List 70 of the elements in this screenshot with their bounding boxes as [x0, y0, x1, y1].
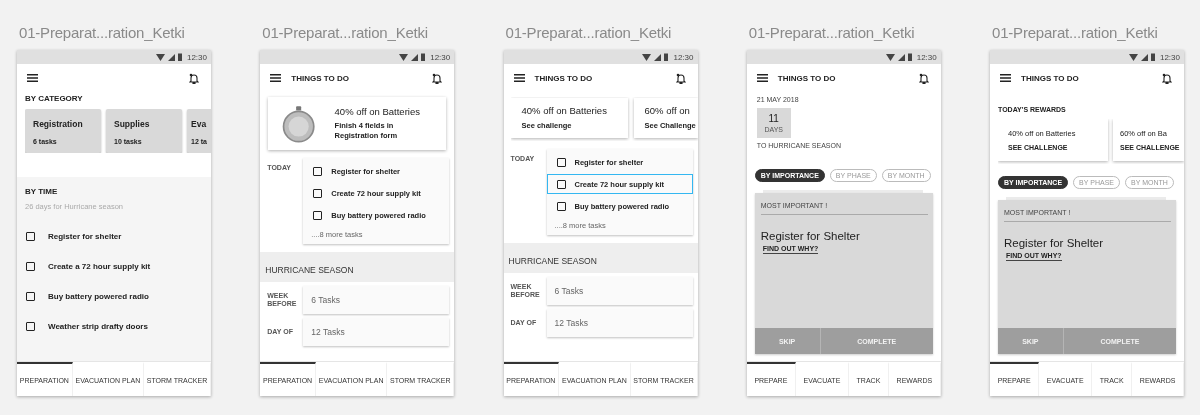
wifi-icon — [1128, 53, 1138, 61]
signal-icon — [897, 53, 905, 61]
category-name: Supplies — [114, 119, 151, 129]
wifi-icon — [642, 53, 652, 61]
checkbox[interactable] — [26, 291, 35, 301]
checkbox[interactable] — [26, 261, 35, 271]
notification-bell-icon[interactable] — [1162, 72, 1172, 84]
battery-icon — [664, 53, 669, 61]
task-title: Register for Shelter — [1004, 237, 1104, 249]
checkbox[interactable] — [26, 231, 35, 241]
signal-icon — [411, 53, 419, 61]
menu-icon[interactable] — [513, 74, 525, 82]
battery-icon — [907, 53, 912, 61]
signal-icon — [654, 53, 662, 61]
task-label: Create a 72 hour supply kit — [48, 261, 151, 271]
task-count-card[interactable]: 6 Tasks — [303, 286, 450, 314]
task-title: Register for Shelter — [760, 230, 860, 242]
status-time: 12:30 — [1159, 52, 1180, 62]
artboard-label: 01-Preparat...ration_Ketki — [19, 24, 185, 43]
menu-icon[interactable] — [27, 74, 38, 82]
section-heading: HURRICANE SEASON — [503, 243, 698, 273]
task-count-card[interactable]: 12 Tasks — [546, 309, 693, 337]
battery-icon — [1150, 53, 1155, 61]
status-time: 12:30 — [430, 52, 451, 62]
checkbox[interactable] — [556, 157, 566, 167]
menu-icon[interactable] — [1000, 74, 1011, 82]
wifi-icon — [399, 53, 409, 61]
notification-bell-icon[interactable] — [189, 72, 199, 84]
signal-icon — [1140, 53, 1148, 61]
wifi-icon — [155, 53, 165, 61]
notification-bell-icon[interactable] — [918, 72, 929, 84]
task-count-card[interactable]: 12 Tasks — [303, 318, 450, 346]
task-count-card[interactable]: 6 Tasks — [546, 277, 693, 305]
battery-icon — [177, 53, 182, 61]
screen-title: THINGS TO DO — [777, 73, 836, 83]
screen-title: THINGS TO DO — [1021, 73, 1079, 83]
checkbox[interactable] — [556, 201, 566, 211]
checkbox[interactable] — [313, 188, 323, 198]
task-label: Buy battery powered radio — [48, 291, 149, 301]
menu-icon[interactable] — [756, 74, 768, 82]
notification-bell-icon[interactable] — [675, 72, 686, 84]
artboard-label: 01-Preparat...ration_Ketki — [992, 24, 1158, 43]
category-name: Eva — [191, 119, 208, 129]
screen-title: THINGS TO DO — [534, 73, 593, 83]
notification-bell-icon[interactable] — [432, 72, 443, 84]
promo-title: 40% off on Batteries — [334, 106, 421, 117]
status-time: 12:30 — [673, 52, 694, 62]
task-label: Weather strip drafty doors — [48, 321, 148, 331]
checkbox[interactable] — [26, 321, 35, 331]
checkbox[interactable] — [313, 166, 323, 176]
offer-title: 60% off on — [644, 105, 691, 116]
artboard-label: 01-Preparat...ration_Ketki — [505, 24, 672, 43]
checkbox[interactable] — [556, 179, 566, 189]
section-heading: BY TIME — [25, 187, 59, 196]
status-time: 12:30 — [916, 52, 937, 62]
screen-title: THINGS TO DO — [291, 73, 349, 83]
status-time: 12:30 — [186, 52, 207, 62]
task-label: Register for shelter — [48, 231, 122, 241]
offer-title: 40% off on Batteries — [521, 105, 608, 116]
checkbox[interactable] — [313, 210, 323, 220]
section-heading: HURRICANE SEASON — [260, 252, 455, 282]
battery-icon — [421, 53, 426, 61]
wifi-icon — [885, 53, 895, 61]
category-name: Registration — [33, 119, 84, 129]
artboard-label: 01-Preparat...ration_Ketki — [748, 24, 915, 43]
days-number: 11 — [768, 113, 779, 124]
menu-icon[interactable] — [270, 74, 282, 82]
section-heading: BY CATEGORY — [25, 94, 84, 103]
signal-icon — [167, 53, 175, 61]
artboard-label: 01-Preparat...ration_Ketki — [262, 24, 428, 43]
